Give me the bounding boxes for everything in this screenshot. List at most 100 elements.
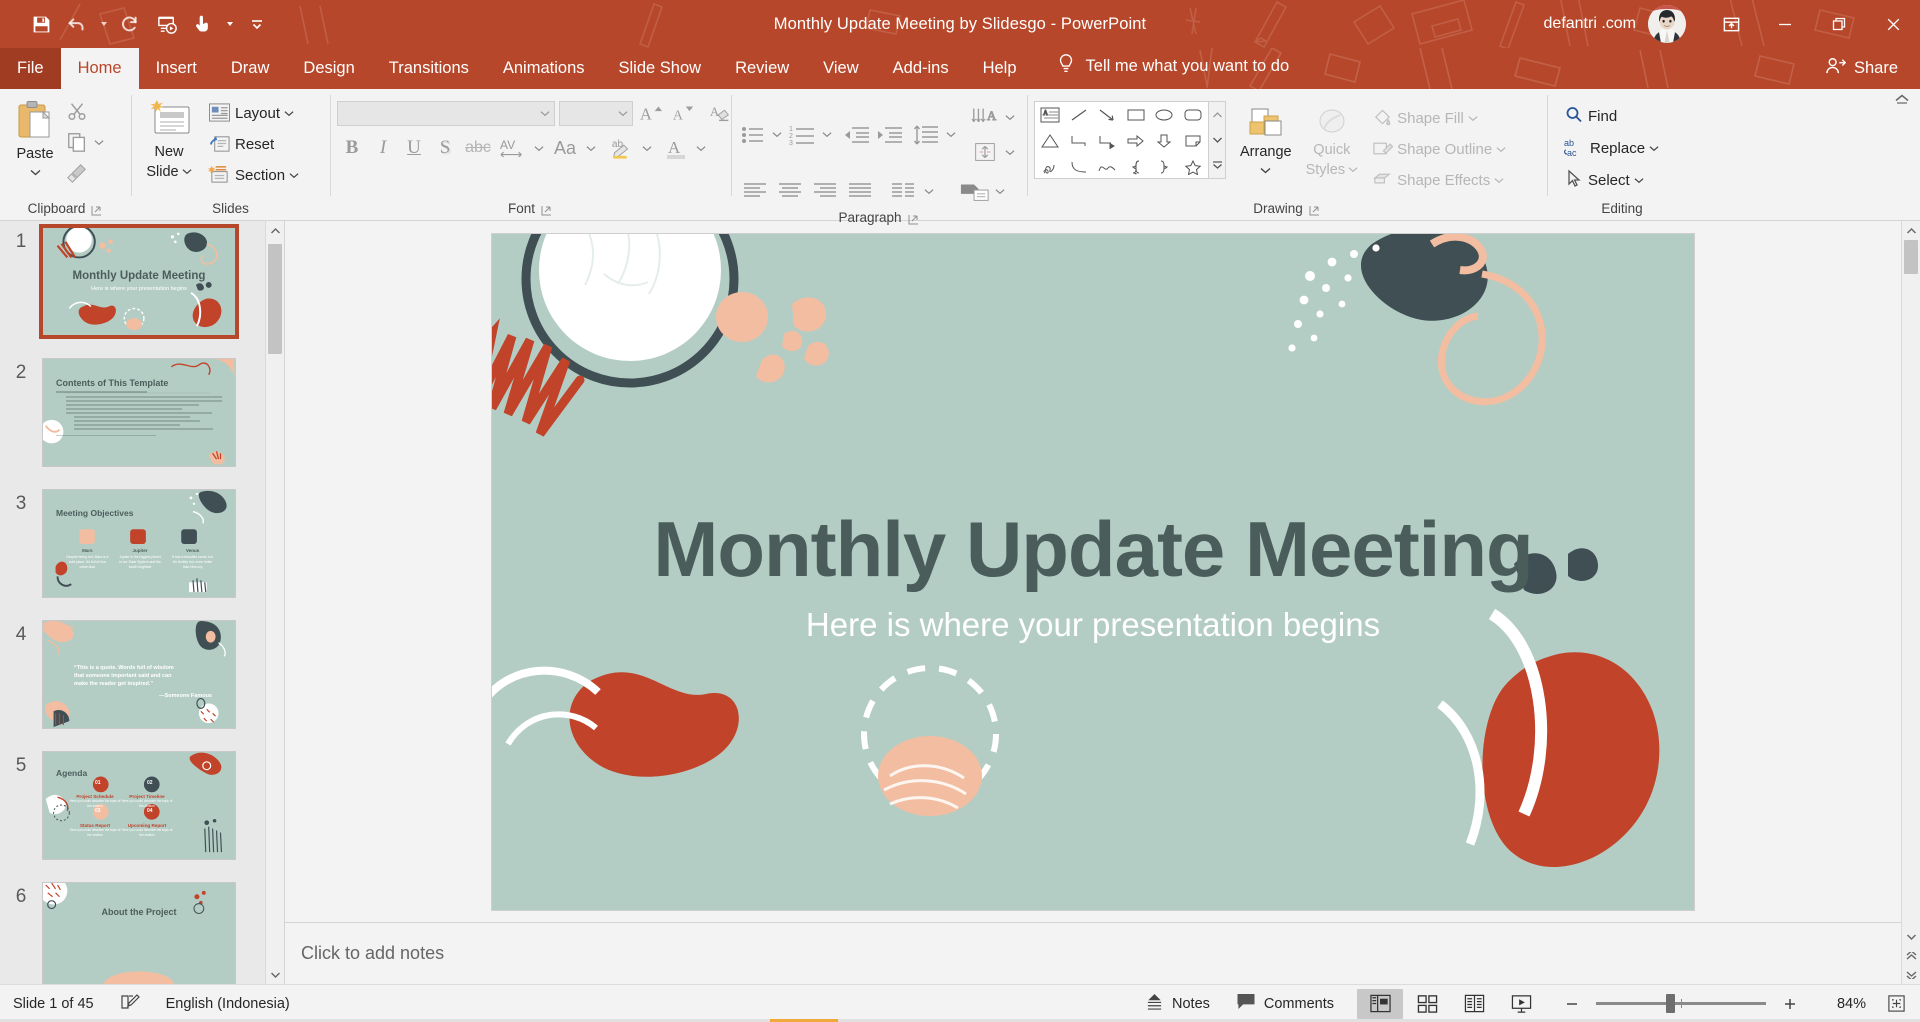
tab-draw[interactable]: Draw — [214, 48, 287, 89]
slide-scroll-down-button[interactable] — [1902, 927, 1920, 946]
triangle-shape[interactable] — [1037, 129, 1063, 153]
slide-scroll-thumb[interactable] — [1904, 240, 1918, 274]
line-spacing-dropdown-icon[interactable] — [943, 118, 959, 152]
columns-dropdown-icon[interactable] — [921, 174, 937, 208]
tab-transitions[interactable]: Transitions — [372, 48, 486, 89]
underline-button[interactable]: U — [399, 135, 429, 161]
shapes-gallery[interactable]: A — [1034, 101, 1209, 179]
text-highlight-color-button[interactable]: ab — [606, 135, 638, 161]
touch-mouse-mode-button[interactable] — [186, 7, 220, 41]
slide-thumbnail-5[interactable]: Agenda Project Schedule Here you could de… — [42, 751, 236, 860]
tab-review[interactable]: Review — [718, 48, 806, 89]
align-left-button[interactable] — [738, 178, 772, 204]
slide-scroll-up-button[interactable] — [1902, 221, 1920, 240]
shape-effects-button[interactable]: Shape Effects — [1368, 166, 1510, 195]
elbow-arrow-connector-shape[interactable] — [1094, 129, 1120, 153]
thumbnails-scroll-track[interactable] — [266, 240, 284, 965]
justify-button[interactable] — [843, 178, 877, 204]
replace-button[interactable]: ab ac Replace — [1560, 134, 1663, 163]
current-slide[interactable]: Monthly Update Meeting Here is where you… — [492, 233, 1694, 910]
zoom-slider-track[interactable] — [1596, 994, 1766, 1013]
comments-button[interactable]: Comments — [1223, 985, 1347, 1022]
tab-help[interactable]: Help — [966, 48, 1034, 89]
slide-thumbnail-1[interactable]: Monthly Update Meeting Here is where you… — [39, 224, 239, 339]
line-shape[interactable] — [1066, 103, 1092, 127]
font-name-combobox[interactable] — [337, 100, 555, 126]
tab-design[interactable]: Design — [286, 48, 371, 89]
right-arrow-shape[interactable] — [1123, 129, 1149, 153]
clipboard-dialog-launcher[interactable] — [90, 203, 103, 216]
ribbon-display-options-button[interactable] — [1704, 0, 1758, 48]
left-brace-shape[interactable] — [1123, 155, 1149, 179]
thumbnails-scroll-thumb[interactable] — [268, 244, 282, 354]
collapse-ribbon-button[interactable] — [1890, 89, 1914, 109]
freeform-shape[interactable] — [1094, 155, 1120, 179]
text-direction-dropdown-icon[interactable] — [1002, 100, 1018, 134]
slide-scroll-track[interactable] — [1902, 240, 1920, 927]
view-slide-sorter[interactable] — [1404, 989, 1450, 1019]
tab-file[interactable]: File — [0, 48, 61, 89]
list-item[interactable]: 5 Agenda Project Schedule Here you could… — [0, 751, 284, 882]
account-name[interactable]: defantri .com — [1544, 15, 1636, 33]
arrange-button[interactable]: Arrange — [1233, 101, 1299, 177]
oval-shape[interactable] — [1151, 103, 1177, 127]
rounded-rectangle-shape[interactable] — [1180, 103, 1206, 127]
close-button[interactable] — [1866, 0, 1920, 48]
bold-button[interactable]: B — [337, 135, 367, 161]
list-item[interactable]: 2 Contents of This Template — [0, 358, 284, 489]
decrease-indent-button[interactable] — [840, 122, 872, 148]
center-button[interactable] — [773, 178, 807, 204]
shapes-more-button[interactable] — [1209, 153, 1225, 178]
convert-to-smartart-button[interactable] — [958, 178, 992, 204]
zoom-slider[interactable]: 84% — [1548, 991, 1920, 1017]
slide-counter[interactable]: Slide 1 of 45 — [0, 985, 107, 1022]
align-text-button[interactable] — [968, 139, 1002, 165]
decrease-font-size-button[interactable]: A — [669, 100, 697, 126]
language-button[interactable]: English (Indonesia) — [153, 985, 303, 1022]
tab-add-ins[interactable]: Add-ins — [876, 48, 966, 89]
character-spacing-dropdown-icon[interactable] — [531, 131, 547, 165]
line-spacing-button[interactable] — [910, 122, 942, 148]
paste-button[interactable]: Paste — [7, 97, 63, 179]
next-slide-button[interactable] — [1902, 965, 1920, 984]
columns-button[interactable] — [886, 178, 920, 204]
zoom-out-button[interactable] — [1558, 991, 1586, 1017]
change-case-dropdown-icon[interactable] — [583, 131, 599, 165]
numbering-button[interactable]: 123 — [786, 122, 818, 148]
save-button[interactable] — [24, 7, 58, 41]
cut-button[interactable] — [63, 98, 91, 124]
notes-button[interactable]: Notes — [1132, 985, 1223, 1022]
view-normal[interactable] — [1357, 988, 1403, 1019]
smartart-dropdown-icon[interactable] — [992, 174, 1008, 208]
tell-me-box[interactable]: Tell me what you want to do — [1056, 53, 1289, 89]
minimize-button[interactable] — [1758, 0, 1812, 48]
slide-thumbnail-3[interactable]: Meeting Objectives Mars Despite being re… — [42, 489, 236, 598]
layout-button[interactable]: Layout — [204, 99, 303, 128]
zoom-percent[interactable]: 84% — [1814, 996, 1866, 1012]
slide-canvas-area[interactable]: Monthly Update Meeting Here is where you… — [285, 221, 1901, 922]
numbering-dropdown-icon[interactable] — [819, 118, 835, 152]
text-direction-button[interactable]: A — [968, 104, 1002, 130]
text-box-shape[interactable]: A — [1037, 103, 1063, 127]
restore-button[interactable] — [1812, 0, 1866, 48]
touch-mode-dropdown-icon[interactable] — [222, 7, 238, 41]
clear-formatting-button[interactable]: A — [706, 100, 734, 126]
list-item[interactable]: 1 Monthly Update Meeting Here is where y… — [0, 224, 284, 358]
undo-button[interactable] — [60, 7, 94, 41]
slide-thumbnail-6[interactable]: About the Project — [42, 882, 236, 984]
list-item[interactable]: 3 Meeting Objectives Mars Despite being … — [0, 489, 284, 620]
avatar[interactable] — [1648, 5, 1686, 43]
drawing-dialog-launcher[interactable] — [1308, 203, 1321, 216]
reset-button[interactable]: Reset — [204, 130, 303, 159]
select-button[interactable]: Select — [1560, 166, 1663, 195]
copy-button[interactable] — [63, 129, 91, 155]
align-right-button[interactable] — [808, 178, 842, 204]
rectangle-shape[interactable] — [1123, 103, 1149, 127]
folded-corner-shape[interactable] — [1180, 129, 1206, 153]
zoom-in-button[interactable] — [1776, 991, 1804, 1017]
right-brace-shape[interactable] — [1151, 155, 1177, 179]
paste-dropdown-icon[interactable] — [30, 163, 41, 179]
tab-home[interactable]: Home — [60, 48, 139, 89]
view-slide-show[interactable] — [1498, 989, 1544, 1019]
increase-indent-button[interactable] — [873, 122, 905, 148]
